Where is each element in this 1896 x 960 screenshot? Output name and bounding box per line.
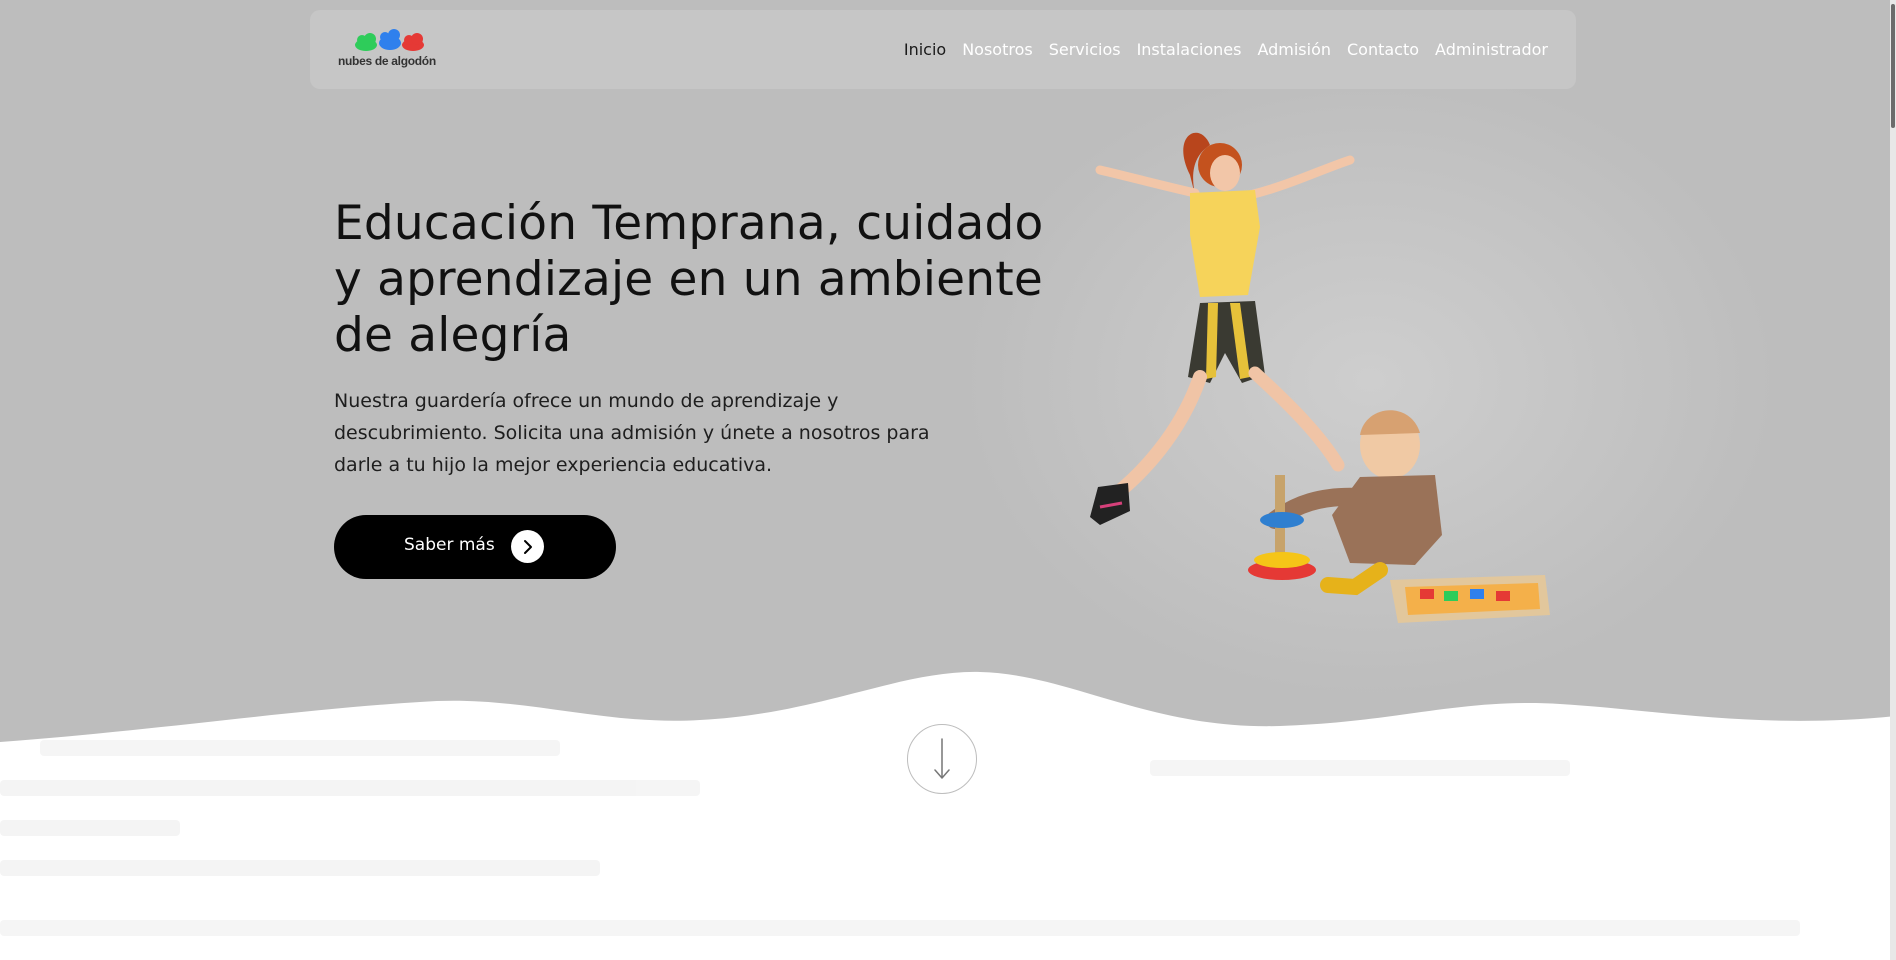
scrollbar-thumb[interactable] [1891,4,1895,128]
hero-photo-kids [1090,132,1550,623]
hero-headline: Educación Temprana, cuidado y aprendizaj… [334,196,1044,363]
clouds-logo-icon [355,29,424,51]
cta-label: Saber más [404,535,495,555]
nav-item-inicio[interactable]: Inicio [904,40,946,59]
saber-mas-button[interactable]: Saber más [334,515,616,579]
girl-figure [1090,132,1355,525]
baby-figure [1248,410,1550,623]
nav-item-instalaciones[interactable]: Instalaciones [1137,40,1242,59]
main-nav: Inicio Nosotros Servicios Instalaciones … [904,10,1548,89]
arrow-down-icon [934,738,950,779]
scroll-down-button[interactable] [907,724,977,794]
page-scrollbar[interactable] [1890,0,1896,960]
nav-item-servicios[interactable]: Servicios [1049,40,1121,59]
brand-logo[interactable]: nubes de algodón [338,28,438,74]
nav-item-administrador[interactable]: Administrador [1435,40,1548,59]
nav-item-contacto[interactable]: Contacto [1347,40,1419,59]
nav-item-admision[interactable]: Admisión [1257,40,1331,59]
brand-name: nubes de algodón [338,54,436,68]
top-navbar: nubes de algodón Inicio Nosotros Servici… [310,10,1576,89]
hero-section [0,0,1896,760]
hero-description: Nuestra guardería ofrece un mundo de apr… [334,390,930,476]
nav-item-nosotros[interactable]: Nosotros [962,40,1033,59]
chevron-right-icon [511,530,544,563]
